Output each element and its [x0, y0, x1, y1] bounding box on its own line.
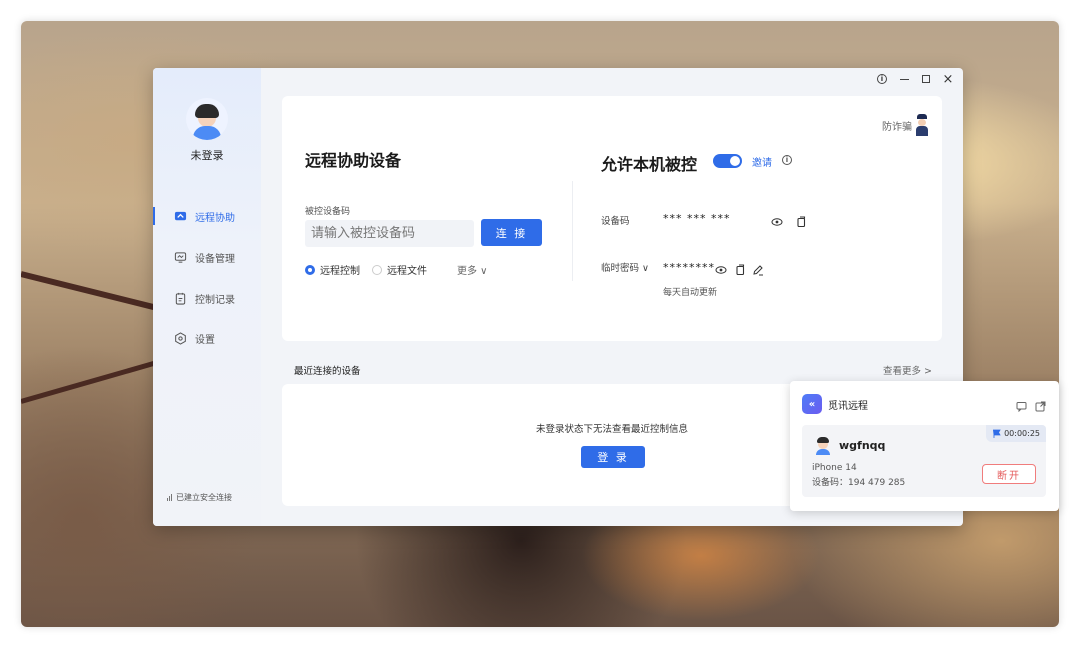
eye-icon[interactable] [715, 261, 727, 274]
sidebar-item-remote-assist[interactable]: 远程协助 [153, 204, 261, 228]
allow-control-title: 允许本机被控 [601, 155, 698, 174]
sidebar: 未登录 远程协助 设备管理 控制记录 设置 已建立安全连接 [153, 68, 261, 526]
info-icon: i [877, 74, 887, 84]
view-more-link[interactable]: 查看更多 > [883, 363, 932, 377]
login-status[interactable]: 未登录 [153, 147, 261, 163]
info-icon[interactable]: i [782, 155, 792, 165]
flag-icon [993, 429, 1001, 438]
more-dropdown[interactable]: 更多 ∨ [457, 262, 488, 277]
app-logo-icon: « [802, 394, 822, 414]
sidebar-item-settings[interactable]: 设置 [153, 326, 261, 350]
expand-icon[interactable] [1035, 397, 1046, 412]
disconnect-button[interactable]: 断开 [982, 464, 1036, 484]
connection-status: 已建立安全连接 [167, 492, 232, 503]
maximize-button[interactable] [917, 71, 935, 87]
login-button[interactable]: 登 录 [581, 446, 645, 468]
signal-icon [167, 494, 172, 501]
session-card: 00:00:25 wgfnqq iPhone 14 设备码：194 479 28… [802, 425, 1046, 497]
avatar[interactable] [186, 98, 228, 140]
sidebar-item-control-log[interactable]: 控制记录 [153, 286, 261, 310]
wallpaper-streak [21, 357, 166, 404]
invite-link[interactable]: 邀请 [752, 154, 772, 169]
remote-assist-title: 远程协助设备 [305, 151, 402, 170]
sidebar-item-label: 远程协助 [195, 212, 235, 224]
remote-device-code: 设备码：194 479 285 [812, 478, 906, 488]
window-controls: i × [873, 71, 957, 87]
about-button[interactable]: i [873, 71, 891, 87]
eye-icon[interactable] [771, 213, 783, 226]
session-popup: « 觅讯远程 00:00:25 wgfnqq iPhone 14 设备码：194… [790, 381, 1059, 511]
radio-label[interactable]: 远程控制 [320, 262, 360, 277]
temp-password-value: ******** [663, 261, 715, 274]
mode-options: 远程控制 远程文件 更多 ∨ [305, 262, 488, 277]
chat-icon[interactable] [1016, 397, 1027, 413]
copy-icon[interactable] [734, 261, 746, 276]
device-code-field-label: 被控设备码 [305, 207, 351, 217]
sidebar-item-label: 设置 [195, 334, 215, 346]
device-code-input[interactable] [305, 220, 474, 247]
connect-button[interactable]: 连 接 [481, 219, 542, 246]
close-icon: × [942, 71, 954, 87]
radio-remote-control[interactable] [305, 264, 315, 275]
edit-icon[interactable] [752, 261, 764, 276]
radio-remote-file[interactable] [372, 264, 382, 275]
recent-devices-title: 最近连接的设备 [294, 366, 361, 377]
control-log-icon [173, 292, 187, 305]
device-code-value: *** *** *** [663, 212, 731, 225]
connection-card: 防诈骗 远程协助设备 被控设备码 连 接 远程控制 远程文件 更多 ∨ 允许本机… [282, 96, 942, 341]
popup-app-name: 觅讯远程 [828, 401, 868, 412]
remote-device-model: iPhone 14 [812, 463, 857, 473]
temp-password-dropdown[interactable]: 临时密码 ∨ [601, 260, 649, 274]
minimize-button[interactable] [895, 71, 913, 87]
close-button[interactable]: × [939, 71, 957, 87]
police-icon [916, 114, 928, 136]
session-timer: 00:00:25 [986, 425, 1046, 442]
copy-icon[interactable] [795, 213, 807, 228]
maximize-icon [922, 75, 930, 83]
user-avatar [815, 437, 831, 455]
device-code-label: 设备码 [601, 216, 630, 227]
settings-icon [173, 331, 187, 345]
device-manage-icon [173, 251, 187, 263]
allow-control-toggle[interactable] [713, 154, 742, 168]
minimize-icon [899, 78, 909, 80]
remote-assist-icon [173, 210, 187, 222]
auto-update-note: 每天自动更新 [663, 288, 718, 298]
sidebar-item-device-manage[interactable]: 设备管理 [153, 245, 261, 269]
remote-username: wgfnqq [839, 439, 886, 452]
sidebar-item-label: 控制记录 [195, 294, 235, 306]
anti-fraud-link[interactable]: 防诈骗 [882, 114, 928, 136]
sidebar-item-label: 设备管理 [195, 253, 235, 265]
divider [572, 181, 573, 281]
radio-label[interactable]: 远程文件 [387, 262, 427, 277]
